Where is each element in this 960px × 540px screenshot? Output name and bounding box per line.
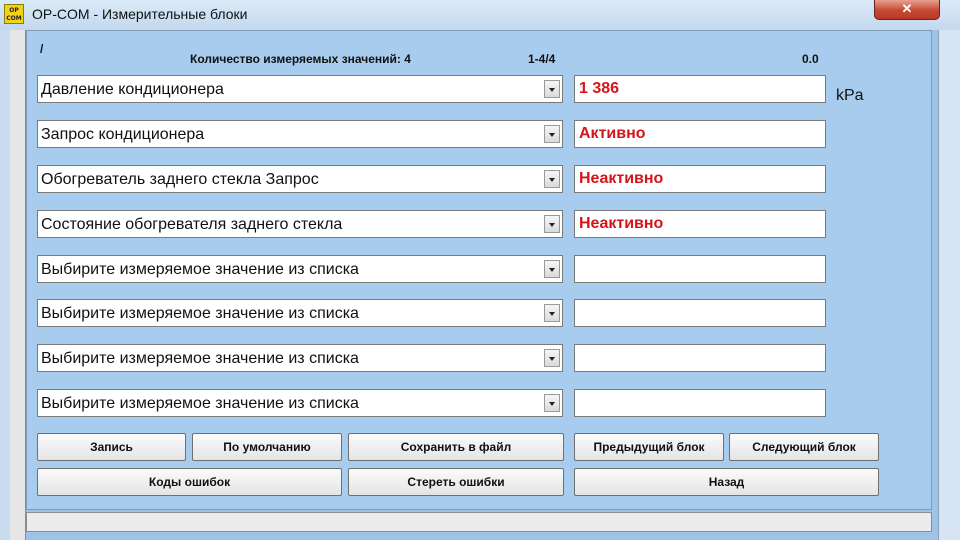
chevron-down-icon[interactable] [544,394,560,412]
measurement-value-8 [574,389,826,417]
chevron-down-icon[interactable] [544,349,560,367]
default-button[interactable]: По умолчанию [192,433,342,461]
time-value: 0.0 [802,52,819,66]
measurement-value-text: Неактивно [579,215,664,232]
measurement-value-4: Неактивно [574,210,826,238]
window-title: OP-COM - Измерительные блоки [32,6,248,22]
measurement-select-text: Выбирите измеряемое значение из списка [41,350,359,367]
measurement-select-3[interactable]: Обогреватель заднего стекла Запрос [37,165,563,193]
close-button[interactable]: ✕ [874,0,940,20]
measurement-select-7[interactable]: Выбирите измеряемое значение из списка [37,344,563,372]
measurement-select-text: Состояние обогревателя заднего стекла [41,216,343,233]
chevron-down-icon[interactable] [544,170,560,188]
title-bar: OP COM OP-COM - Измерительные блоки ✕ [0,0,960,30]
values-count-label: Количество измеряемых значений: 4 [190,52,411,66]
measurement-select-text: Выбирите измеряемое значение из списка [41,261,359,278]
window-frame-right [938,30,960,540]
measurement-value-text: Активно [579,125,646,142]
measurement-value-1: 1 386 [574,75,826,103]
chevron-down-icon[interactable] [544,125,560,143]
measurement-select-1[interactable]: Давление кондиционера [37,75,563,103]
measurement-select-text: Выбирите измеряемое значение из списка [41,395,359,412]
status-bar [26,512,932,532]
opcom-app-icon: OP COM [4,4,24,24]
clear-errors-button[interactable]: Стереть ошибки [348,468,564,496]
measurement-select-text: Выбирите измеряемое значение из списка [41,305,359,322]
measurement-value-2: Активно [574,120,826,148]
chevron-down-icon[interactable] [544,80,560,98]
measurement-select-text: Давление кондиционера [41,81,224,98]
measurement-select-5[interactable]: Выбирите измеряемое значение из списка [37,255,563,283]
measurement-value-text: 1 386 [579,80,620,97]
path-indicator: / [40,42,44,56]
chevron-down-icon[interactable] [544,304,560,322]
measurement-value-7 [574,344,826,372]
chevron-down-icon[interactable] [544,215,560,233]
measurement-select-8[interactable]: Выбирите измеряемое значение из списка [37,389,563,417]
error-codes-button[interactable]: Коды ошибок [37,468,342,496]
measurement-value-5 [574,255,826,283]
measurement-value-3: Неактивно [574,165,826,193]
previous-block-button[interactable]: Предыдущий блок [574,433,724,461]
measurement-value-6 [574,299,826,327]
record-button[interactable]: Запись [37,433,186,461]
measurement-select-6[interactable]: Выбирите измеряемое значение из списка [37,299,563,327]
measurement-select-4[interactable]: Состояние обогревателя заднего стекла [37,210,563,238]
back-button[interactable]: Назад [574,468,879,496]
range-label: 1-4/4 [528,52,556,66]
left-panel-strip [10,30,26,540]
save-to-file-button[interactable]: Сохранить в файл [348,433,564,461]
window-frame-left [0,30,10,540]
measurement-select-text: Обогреватель заднего стекла Запрос [41,171,319,188]
unit-label: kPa [836,87,864,104]
measurement-select-2[interactable]: Запрос кондиционера [37,120,563,148]
measurement-select-text: Запрос кондиционера [41,126,205,143]
measurement-value-text: Неактивно [579,170,664,187]
next-block-button[interactable]: Следующий блок [729,433,879,461]
chevron-down-icon[interactable] [544,260,560,278]
